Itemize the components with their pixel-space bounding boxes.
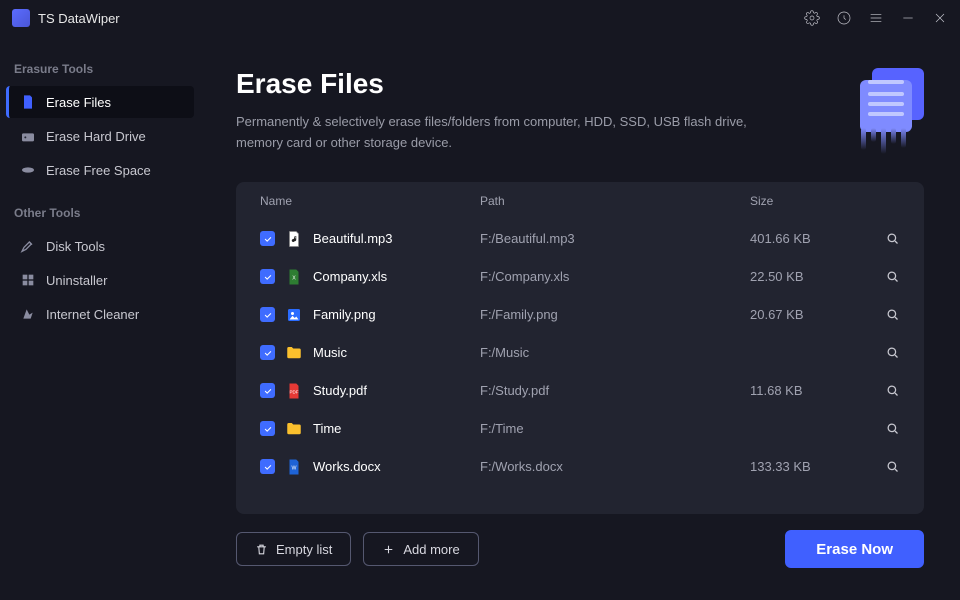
file-type-icon — [285, 230, 303, 248]
add-more-button[interactable]: Add more — [363, 532, 478, 566]
sidebar-item-erase-files[interactable]: Erase Files — [6, 86, 194, 118]
preview-icon[interactable] — [860, 383, 900, 398]
checkbox[interactable] — [260, 231, 275, 246]
preview-icon[interactable] — [860, 269, 900, 284]
sidebar: Erasure Tools Erase Files Erase Hard Dri… — [0, 36, 200, 600]
menu-icon[interactable] — [868, 10, 884, 26]
empty-list-button[interactable]: Empty list — [236, 532, 351, 566]
free-space-icon — [20, 162, 36, 178]
table-row[interactable]: Music F:/Music — [236, 334, 924, 372]
hard-drive-icon — [20, 128, 36, 144]
sidebar-item-label: Erase Hard Drive — [46, 129, 146, 144]
preview-icon[interactable] — [860, 307, 900, 322]
col-name: Name — [260, 194, 480, 208]
file-list-panel: Name Path Size Beautiful.mp3 F:/Beautiful… — [236, 182, 924, 514]
file-name: Study.pdf — [313, 383, 367, 398]
file-name: Time — [313, 421, 341, 436]
uninstaller-icon — [20, 272, 36, 288]
svg-text:W: W — [292, 465, 297, 471]
table-row[interactable]: Family.png F:/Family.png20.67 KB — [236, 296, 924, 334]
sidebar-item-label: Uninstaller — [46, 273, 107, 288]
checkbox[interactable] — [260, 383, 275, 398]
col-path: Path — [480, 194, 750, 208]
table-row[interactable]: Beautiful.mp3 F:/Beautiful.mp3401.66 KB — [236, 220, 924, 258]
sidebar-item-uninstaller[interactable]: Uninstaller — [6, 264, 194, 296]
file-path: F:/Family.png — [480, 307, 750, 322]
file-name: Works.docx — [313, 459, 381, 474]
file-type-icon — [285, 420, 303, 438]
col-size: Size — [750, 194, 860, 208]
titlebar: TS DataWiper — [0, 0, 960, 36]
file-size: 20.67 KB — [750, 307, 860, 322]
erase-now-label: Erase Now — [816, 541, 893, 558]
sidebar-item-erase-free-space[interactable]: Erase Free Space — [6, 154, 194, 186]
preview-icon[interactable] — [860, 231, 900, 246]
file-path: F:/Beautiful.mp3 — [480, 231, 750, 246]
sidebar-item-label: Erase Files — [46, 95, 111, 110]
sidebar-item-internet-cleaner[interactable]: Internet Cleaner — [6, 298, 194, 330]
sidebar-item-disk-tools[interactable]: Disk Tools — [6, 230, 194, 262]
file-type-icon — [285, 344, 303, 362]
minimize-icon[interactable] — [900, 10, 916, 26]
sidebar-item-label: Internet Cleaner — [46, 307, 139, 322]
checkbox[interactable] — [260, 307, 275, 322]
erase-files-icon — [20, 94, 36, 110]
file-type-icon: X — [285, 268, 303, 286]
preview-icon[interactable] — [860, 345, 900, 360]
disk-tools-icon — [20, 238, 36, 254]
file-size: 11.68 KB — [750, 383, 860, 398]
empty-list-label: Empty list — [276, 542, 332, 557]
file-size: 133.33 KB — [750, 459, 860, 474]
file-path: F:/Works.docx — [480, 459, 750, 474]
close-icon[interactable] — [932, 10, 948, 26]
file-type-icon: W — [285, 458, 303, 476]
app-title: TS DataWiper — [38, 11, 120, 26]
main-content: Erase Files Permanently & selectively er… — [200, 36, 960, 600]
sidebar-item-label: Disk Tools — [46, 239, 105, 254]
file-path: F:/Time — [480, 421, 750, 436]
file-size: 22.50 KB — [750, 269, 860, 284]
file-type-icon: PDF — [285, 382, 303, 400]
page-subtitle: Permanently & selectively erase files/fo… — [236, 112, 796, 154]
checkbox[interactable] — [260, 459, 275, 474]
file-name: Beautiful.mp3 — [313, 231, 393, 246]
file-name: Family.png — [313, 307, 376, 322]
gear-icon[interactable] — [804, 10, 820, 26]
sidebar-heading-erasure: Erasure Tools — [0, 44, 200, 84]
file-path: F:/Company.xls — [480, 269, 750, 284]
file-name: Music — [313, 345, 347, 360]
checkbox[interactable] — [260, 269, 275, 284]
sidebar-item-label: Erase Free Space — [46, 163, 151, 178]
table-row[interactable]: PDF Study.pdf F:/Study.pdf11.68 KB — [236, 372, 924, 410]
hero-illustration-icon — [844, 68, 924, 148]
checkbox[interactable] — [260, 345, 275, 360]
erase-now-button[interactable]: Erase Now — [785, 530, 924, 568]
history-icon[interactable] — [836, 10, 852, 26]
table-row[interactable]: W Works.docx F:/Works.docx133.33 KB — [236, 448, 924, 486]
table-row[interactable]: Time F:/Time — [236, 410, 924, 448]
table-row[interactable]: X Company.xls F:/Company.xls22.50 KB — [236, 258, 924, 296]
table-header: Name Path Size — [236, 182, 924, 220]
page-title: Erase Files — [236, 68, 820, 100]
sidebar-item-erase-hard-drive[interactable]: Erase Hard Drive — [6, 120, 194, 152]
internet-cleaner-icon — [20, 306, 36, 322]
file-name: Company.xls — [313, 269, 387, 284]
file-size: 401.66 KB — [750, 231, 860, 246]
preview-icon[interactable] — [860, 421, 900, 436]
file-path: F:/Music — [480, 345, 750, 360]
sidebar-heading-other: Other Tools — [0, 188, 200, 228]
preview-icon[interactable] — [860, 459, 900, 474]
checkbox[interactable] — [260, 421, 275, 436]
file-type-icon — [285, 306, 303, 324]
add-more-label: Add more — [403, 542, 459, 557]
file-path: F:/Study.pdf — [480, 383, 750, 398]
app-logo-icon — [12, 9, 30, 27]
svg-text:PDF: PDF — [290, 389, 299, 394]
svg-text:X: X — [292, 275, 296, 281]
